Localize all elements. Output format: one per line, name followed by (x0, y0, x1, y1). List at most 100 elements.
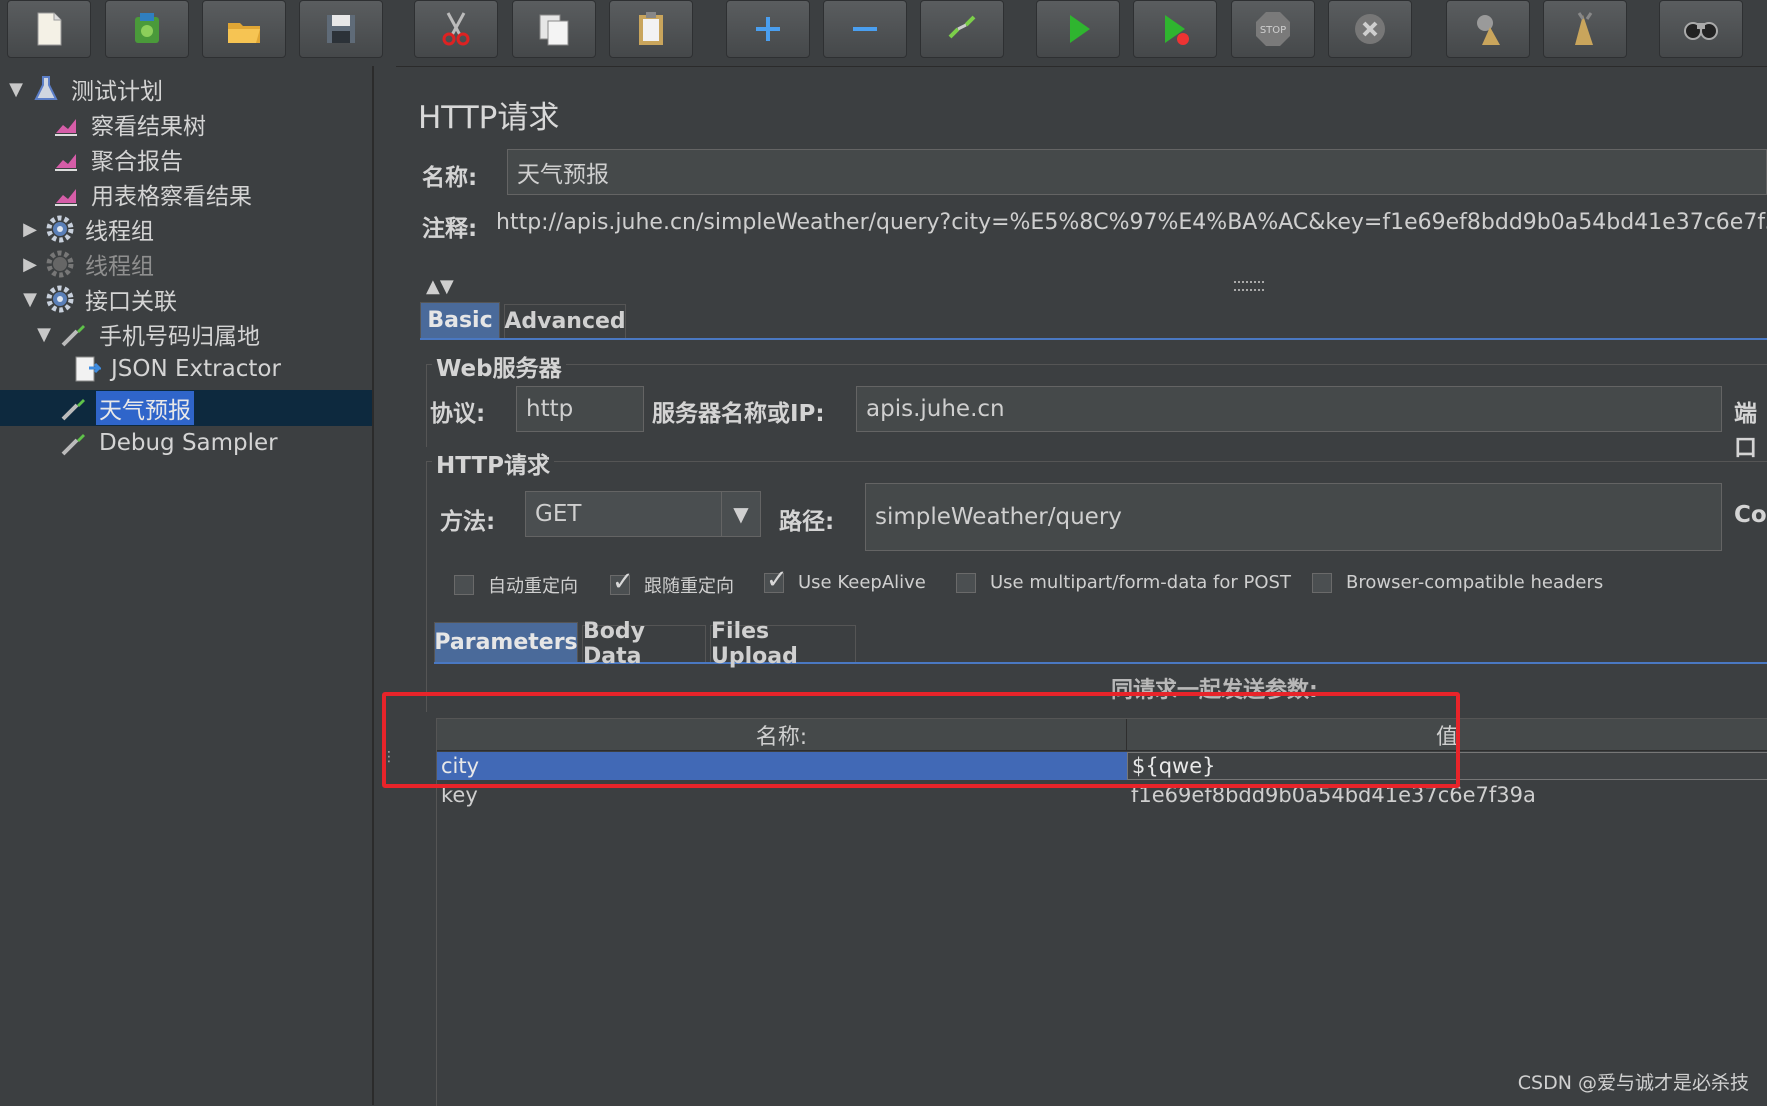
clear-all-button[interactable] (1543, 0, 1627, 58)
tree-item-view-results-table[interactable]: 用表格察看结果 (26, 177, 255, 211)
shutdown-button[interactable] (1328, 0, 1412, 58)
checkbox-label: Browser-compatible headers (1346, 572, 1604, 593)
tree-item-label: 天气预报 (96, 391, 194, 425)
web-server-title: Web服务器 (432, 349, 566, 383)
stop-button[interactable]: STOP (1231, 0, 1315, 58)
tab-basic[interactable]: Basic (420, 302, 500, 338)
copy-button[interactable] (512, 0, 596, 58)
collapse-icon (853, 27, 877, 31)
tree-item-test-plan[interactable]: ▼ 测试计划 (6, 72, 166, 106)
http-request-title: HTTP请求 (432, 446, 555, 480)
checkbox-box[interactable] (764, 565, 788, 595)
new-file-icon (37, 12, 62, 46)
test-plan-tree: ▼ 测试计划 察看结果树 聚合报告 用表格察看结果 ▶ 线程组 ▶ 线程组 ▼ … (0, 66, 374, 1105)
port-label: 端口 (1734, 401, 1757, 461)
server-name-label: 服务器名称或IP: (652, 401, 825, 427)
tree-collapsed-arrow[interactable]: ▶ (20, 254, 40, 275)
tree-item-phone-location[interactable]: ▼ 手机号码归属地 (34, 317, 263, 351)
templates-button[interactable] (105, 0, 189, 58)
tree-expanded-arrow[interactable]: ▼ (34, 324, 54, 345)
expand-all-button[interactable] (726, 0, 810, 58)
tree-item-aggregate-report[interactable]: 聚合报告 (26, 142, 186, 176)
pipette-icon (58, 318, 90, 350)
chart-icon (50, 143, 82, 175)
tree-item-label: 聚合报告 (91, 149, 183, 175)
tab-body-data[interactable]: Body Data (582, 619, 706, 669)
checkbox-box[interactable] (1312, 572, 1332, 593)
resize-grip[interactable] (1234, 281, 1264, 291)
checkbox-box[interactable] (454, 575, 474, 595)
tree-item-label: 接口关联 (85, 289, 177, 315)
start-button[interactable] (1036, 0, 1120, 58)
templates-icon (135, 13, 159, 43)
search-button[interactable] (1659, 0, 1743, 58)
paste-button[interactable] (609, 0, 693, 58)
follow-redirect-checkbox[interactable]: 跟随重定向 (610, 567, 734, 598)
browser-headers-checkbox[interactable]: Browser-compatible headers (1312, 572, 1603, 593)
collapse-all-button[interactable] (823, 0, 907, 58)
tree-item-label: 线程组 (85, 219, 154, 245)
tree-expanded-arrow[interactable]: ▼ (6, 79, 26, 100)
split-divider[interactable]: ⋮ (374, 66, 396, 1105)
name-label: 名称: (422, 165, 478, 191)
clear-all-icon (1575, 12, 1593, 45)
toggle-button[interactable] (920, 0, 1004, 58)
save-button[interactable] (299, 0, 383, 58)
checkbox-box[interactable] (956, 572, 976, 593)
tree-item-json-extractor[interactable]: JSON Extractor (66, 352, 284, 386)
start-icon (1070, 15, 1090, 43)
tab-advanced[interactable]: Advanced (504, 304, 626, 338)
comment-label: 注释: (422, 216, 478, 242)
name-field[interactable]: 天气预报 (507, 149, 1767, 195)
keepalive-checkbox[interactable]: Use KeepAlive (764, 565, 926, 595)
flask-icon (30, 73, 62, 105)
content-encoding-label: Co (1734, 502, 1767, 528)
annotation-highlight-box (382, 692, 1460, 788)
start-no-pause-icon (1165, 15, 1189, 45)
tree-item-thread-group-1[interactable]: ▶ 线程组 (20, 212, 157, 246)
gear-icon (44, 248, 76, 280)
stop-icon: STOP (1256, 12, 1290, 46)
chevron-down-icon[interactable]: ▼ (721, 492, 760, 536)
save-icon (327, 15, 355, 43)
chart-icon (50, 108, 82, 140)
checkbox-box[interactable] (610, 567, 634, 597)
method-label: 方法: (440, 509, 496, 535)
method-select[interactable]: GET ▼ (525, 491, 761, 537)
checkbox-label: 跟随重定向 (644, 576, 734, 597)
extractor-icon (70, 353, 102, 385)
collapse-arrows-icon[interactable]: ▲▼ (426, 276, 454, 297)
open-icon (228, 23, 260, 43)
tree-item-thread-group-2[interactable]: ▶ 线程组 (20, 247, 157, 281)
clear-button[interactable] (1446, 0, 1530, 58)
page-title: HTTP请求 (418, 100, 560, 136)
tab-files-upload[interactable]: Files Upload (710, 619, 856, 669)
open-button[interactable] (202, 0, 286, 58)
tree-expanded-arrow[interactable]: ▼ (20, 289, 40, 310)
paste-icon (639, 12, 663, 45)
start-no-pauses-button[interactable] (1133, 0, 1217, 58)
tree-item-view-results-tree[interactable]: 察看结果树 (26, 107, 209, 141)
server-name-field[interactable]: apis.juhe.cn (856, 386, 1722, 432)
tree-item-interface-correlation[interactable]: ▼ 接口关联 (20, 282, 180, 316)
comment-field[interactable]: http://apis.juhe.cn/simpleWeather/query?… (496, 210, 1767, 235)
tree-item-label: 用表格察看结果 (91, 184, 252, 210)
multipart-checkbox[interactable]: Use multipart/form-data for POST (956, 572, 1291, 593)
tree-collapsed-arrow[interactable]: ▶ (20, 219, 40, 240)
svg-text:STOP: STOP (1260, 25, 1286, 36)
tree-item-label: JSON Extractor (111, 356, 281, 382)
new-button[interactable] (7, 0, 91, 58)
protocol-field[interactable]: http (516, 386, 644, 432)
tree-item-debug-sampler[interactable]: Debug Sampler (54, 426, 281, 460)
tree-item-weather-forecast[interactable]: 天气预报 (54, 391, 194, 425)
checkbox-label: Use multipart/form-data for POST (990, 572, 1291, 593)
cut-button[interactable] (414, 0, 498, 58)
toolbar: STOP (0, 0, 1767, 67)
tab-parameters[interactable]: Parameters (434, 622, 578, 662)
tree-item-label: 察看结果树 (91, 114, 206, 140)
auto-redirect-checkbox[interactable]: 自动重定向 (454, 572, 578, 598)
path-field[interactable]: simpleWeather/query (865, 483, 1722, 551)
method-value: GET (535, 501, 582, 527)
pipette-icon (58, 427, 90, 459)
gear-icon (44, 283, 76, 315)
